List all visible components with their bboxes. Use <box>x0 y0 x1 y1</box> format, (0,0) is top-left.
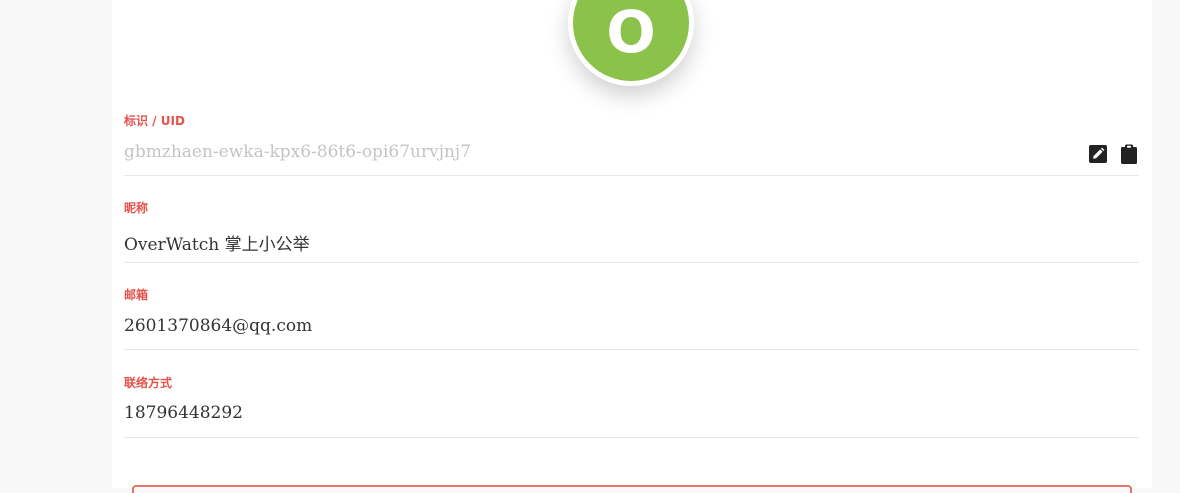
email-label: 邮箱 <box>124 288 149 302</box>
uid-value: gbmzhaen-ewka-kpx6-86t6-opi67urvjnj7 <box>124 142 471 162</box>
nickname-label: 昵称 <box>124 201 149 215</box>
nickname-value: OverWatch 掌上小公举 <box>124 235 310 255</box>
contact-value: 18796448292 <box>124 403 243 423</box>
profile-card: O 标识 / UID gbmzhaen-ewka-kpx6-86t6-opi67… <box>112 0 1152 493</box>
uid-field: 标识 / UID gbmzhaen-ewka-kpx6-86t6-opi67ur… <box>124 108 1139 176</box>
nickname-field: 昵称 OverWatch 掌上小公举 <box>124 195 1139 263</box>
edit-icon[interactable] <box>1089 145 1107 163</box>
contact-label: 联络方式 <box>124 376 173 390</box>
contact-field: 联络方式 18796448292 <box>124 370 1139 438</box>
avatar: O <box>568 0 694 86</box>
clipboard-icon[interactable] <box>1121 144 1137 164</box>
email-field: 邮箱 2601370864@qq.com <box>124 282 1139 350</box>
action-button-edge[interactable] <box>132 485 1132 493</box>
uid-label: 标识 / UID <box>124 114 185 128</box>
avatar-letter: O <box>606 0 656 66</box>
email-value: 2601370864@qq.com <box>124 316 313 336</box>
